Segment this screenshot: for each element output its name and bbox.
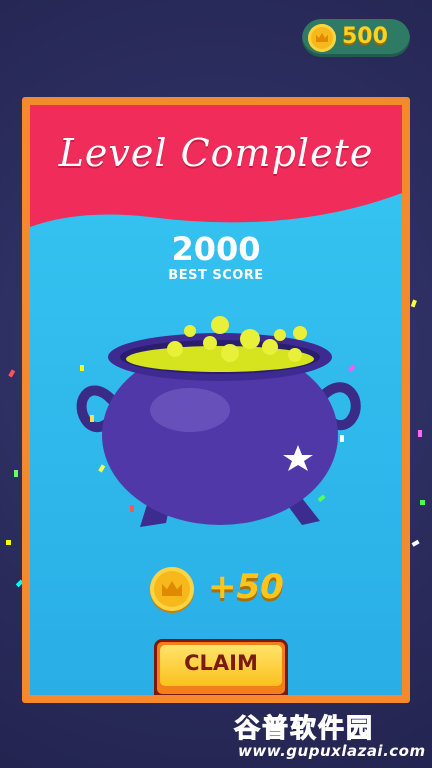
watermark-title: 谷普软件园 [233, 714, 375, 745]
coin-balance-pill: 500 [302, 19, 410, 57]
coin-balance-value: 500 [342, 24, 388, 49]
cauldron-illustration [76, 316, 361, 527]
claim-button[interactable]: CLAIM [154, 639, 288, 695]
title-banner: Level Complete [30, 105, 402, 240]
level-complete-dialog: Level Complete 2000 BEST SCORE +50 CLAIM [22, 97, 410, 703]
best-score-value: 2000 [171, 230, 261, 268]
dialog-body: Level Complete 2000 BEST SCORE +50 CLAIM [30, 105, 402, 695]
dialog-title: Level Complete [58, 131, 374, 175]
coin-reward: +50 [150, 565, 310, 615]
site-watermark: 谷普软件园 www.gupuxlazai.com [226, 708, 426, 764]
claim-button-label: CLAIM [184, 651, 258, 675]
best-score-label: BEST SCORE [168, 268, 264, 283]
watermark-url: www.gupuxlazai.com [238, 742, 426, 760]
reward-amount: +50 [208, 567, 284, 607]
crown-coin-icon [308, 24, 336, 52]
crown-coin-icon [150, 567, 194, 611]
